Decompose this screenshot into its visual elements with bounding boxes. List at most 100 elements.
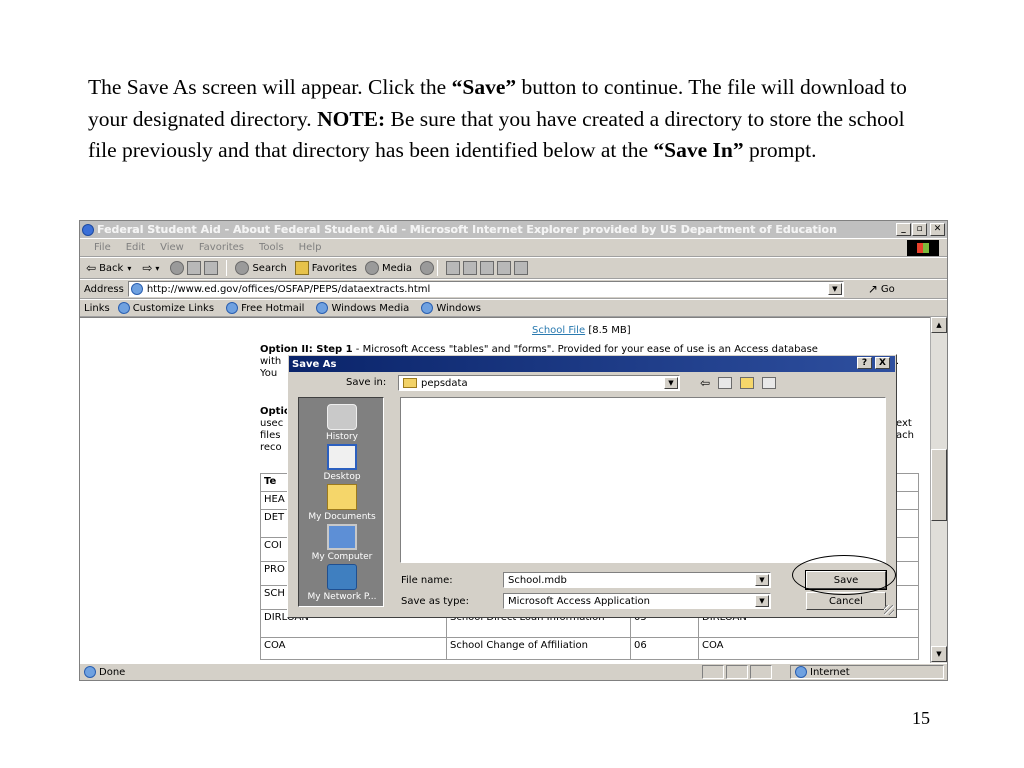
address-label: Address bbox=[84, 283, 124, 295]
ie-link-icon bbox=[316, 302, 329, 314]
dialog-close-button[interactable]: X bbox=[875, 357, 890, 369]
menu-file[interactable]: File bbox=[94, 242, 111, 253]
chevron-down-icon: ▾ bbox=[127, 263, 132, 273]
dialog-titlebar: Save As ? X bbox=[289, 356, 895, 372]
links-label: Links bbox=[84, 302, 110, 314]
file-name-input[interactable]: School.mdb ▼ bbox=[503, 572, 771, 588]
chevron-down-icon[interactable]: ▼ bbox=[755, 574, 769, 586]
link-windows-media[interactable]: Windows Media bbox=[316, 302, 409, 314]
scroll-down-icon[interactable]: ▼ bbox=[931, 646, 947, 662]
place-history[interactable]: History bbox=[299, 404, 385, 442]
menu-tools[interactable]: Tools bbox=[259, 242, 284, 253]
page-done-icon bbox=[84, 666, 96, 678]
menu-bar: File Edit View Favorites Tools Help bbox=[80, 238, 947, 257]
save-in-label: Save in: bbox=[346, 377, 387, 388]
place-my-computer[interactable]: My Computer bbox=[299, 524, 385, 562]
chevron-down-icon[interactable]: ▼ bbox=[755, 595, 769, 607]
forward-button[interactable]: ⇨ ▾ bbox=[142, 261, 162, 275]
status-bar: Done Internet bbox=[80, 663, 947, 680]
file-name-label: File name: bbox=[401, 575, 453, 586]
school-file-link[interactable]: School File bbox=[532, 325, 585, 336]
bg-text-ach: ach bbox=[896, 430, 914, 441]
slide-instruction-text: The Save As screen will appear. Click th… bbox=[88, 75, 907, 162]
save-as-type-label: Save as type: bbox=[401, 596, 469, 607]
place-my-network[interactable]: My Network P... bbox=[299, 564, 385, 602]
bg-text-used: usec bbox=[260, 418, 284, 429]
browser-title: Federal Student Aid - About Federal Stud… bbox=[97, 223, 837, 236]
windows-logo-icon bbox=[907, 240, 939, 256]
link-windows[interactable]: Windows bbox=[421, 302, 481, 314]
links-bar: Links Customize Links Free Hotmail Windo… bbox=[80, 299, 947, 317]
view-menu-icon[interactable] bbox=[762, 377, 777, 389]
up-folder-icon[interactable] bbox=[718, 377, 733, 389]
close-button[interactable]: ✕ bbox=[930, 223, 945, 236]
menu-favorites[interactable]: Favorites bbox=[199, 242, 244, 253]
discuss-icon[interactable] bbox=[497, 261, 512, 275]
go-arrow-icon: ↗ bbox=[867, 282, 878, 296]
history-icon[interactable] bbox=[420, 261, 435, 275]
ie-link-icon bbox=[117, 302, 130, 314]
vertical-scrollbar[interactable]: ▲ ▼ bbox=[930, 317, 947, 663]
page-icon bbox=[130, 283, 143, 295]
menu-help[interactable]: Help bbox=[299, 242, 322, 253]
scroll-thumb[interactable] bbox=[931, 449, 947, 521]
ie-icon bbox=[82, 223, 94, 236]
save-as-type-select[interactable]: Microsoft Access Application ▼ bbox=[503, 593, 771, 609]
school-file-size: [8.5 MB] bbox=[588, 325, 631, 336]
search-button[interactable]: Search bbox=[235, 261, 287, 275]
new-folder-icon[interactable] bbox=[740, 377, 755, 389]
chevron-down-icon[interactable]: ▼ bbox=[664, 377, 678, 389]
internet-zone-icon bbox=[795, 666, 807, 678]
history-icon bbox=[327, 404, 357, 430]
table-row: COA School Change of Affiliation 06 COA bbox=[260, 637, 919, 660]
favorites-button[interactable]: Favorites bbox=[294, 261, 357, 275]
highlight-circle bbox=[792, 555, 896, 595]
back-button[interactable]: ⇦ Back ▾ bbox=[86, 261, 134, 275]
place-my-documents[interactable]: My Documents bbox=[299, 484, 385, 522]
back-arrow-icon: ⇦ bbox=[86, 261, 97, 275]
resize-grip[interactable] bbox=[884, 605, 894, 615]
page-number: 15 bbox=[912, 708, 930, 728]
scroll-up-icon[interactable]: ▲ bbox=[931, 317, 947, 333]
file-list[interactable] bbox=[400, 397, 886, 563]
help-button[interactable]: ? bbox=[857, 357, 872, 369]
place-desktop[interactable]: Desktop bbox=[299, 444, 385, 482]
security-zone: Internet bbox=[790, 665, 944, 679]
back-arrow-icon[interactable]: ⇦ bbox=[700, 376, 710, 390]
address-bar: Address http://www.ed.gov/offices/OSFAP/… bbox=[80, 279, 947, 299]
stop-icon[interactable] bbox=[170, 261, 185, 275]
chevron-down-icon: ▾ bbox=[155, 263, 160, 273]
maximize-button[interactable]: ▫ bbox=[912, 223, 927, 236]
link-customize-links[interactable]: Customize Links bbox=[117, 302, 214, 314]
refresh-icon[interactable] bbox=[187, 261, 202, 275]
ie-link-icon bbox=[226, 302, 239, 314]
forward-arrow-icon: ⇨ bbox=[142, 261, 153, 275]
standard-toolbar: ⇦ Back ▾ ⇨ ▾ Search Favorites Media bbox=[80, 257, 947, 279]
link-free-hotmail[interactable]: Free Hotmail bbox=[226, 302, 304, 314]
edit-icon[interactable] bbox=[480, 261, 495, 275]
network-icon bbox=[327, 564, 357, 590]
ie-link-icon bbox=[421, 302, 434, 314]
places-bar: History Desktop My Documents My Computer… bbox=[298, 397, 384, 607]
mail-icon[interactable] bbox=[446, 261, 461, 275]
favorites-icon bbox=[294, 261, 309, 275]
bg-text-ext: ext bbox=[896, 418, 912, 429]
save-in-select[interactable]: pepsdata ▼ bbox=[398, 375, 680, 391]
status-text: Done bbox=[99, 666, 126, 678]
dialog-nav-toolbar: ⇦ bbox=[700, 376, 777, 390]
address-input[interactable]: http://www.ed.gov/offices/OSFAP/PEPS/dat… bbox=[127, 281, 844, 297]
minimize-button[interactable]: _ bbox=[896, 223, 911, 236]
menu-edit[interactable]: Edit bbox=[126, 242, 145, 253]
media-icon bbox=[364, 261, 379, 275]
home-icon[interactable] bbox=[204, 261, 219, 275]
go-button[interactable]: ↗ Go bbox=[868, 282, 895, 296]
browser-titlebar: Federal Student Aid - About Federal Stud… bbox=[80, 221, 947, 238]
menu-view[interactable]: View bbox=[160, 242, 184, 253]
bg-text-records: reco bbox=[260, 442, 282, 453]
media-button[interactable]: Media bbox=[364, 261, 412, 275]
messenger-icon[interactable] bbox=[514, 261, 529, 275]
bg-text-you: You bbox=[260, 368, 278, 379]
print-icon[interactable] bbox=[463, 261, 478, 275]
bg-text-files: files bbox=[260, 430, 281, 441]
chevron-down-icon[interactable]: ▼ bbox=[827, 283, 842, 295]
